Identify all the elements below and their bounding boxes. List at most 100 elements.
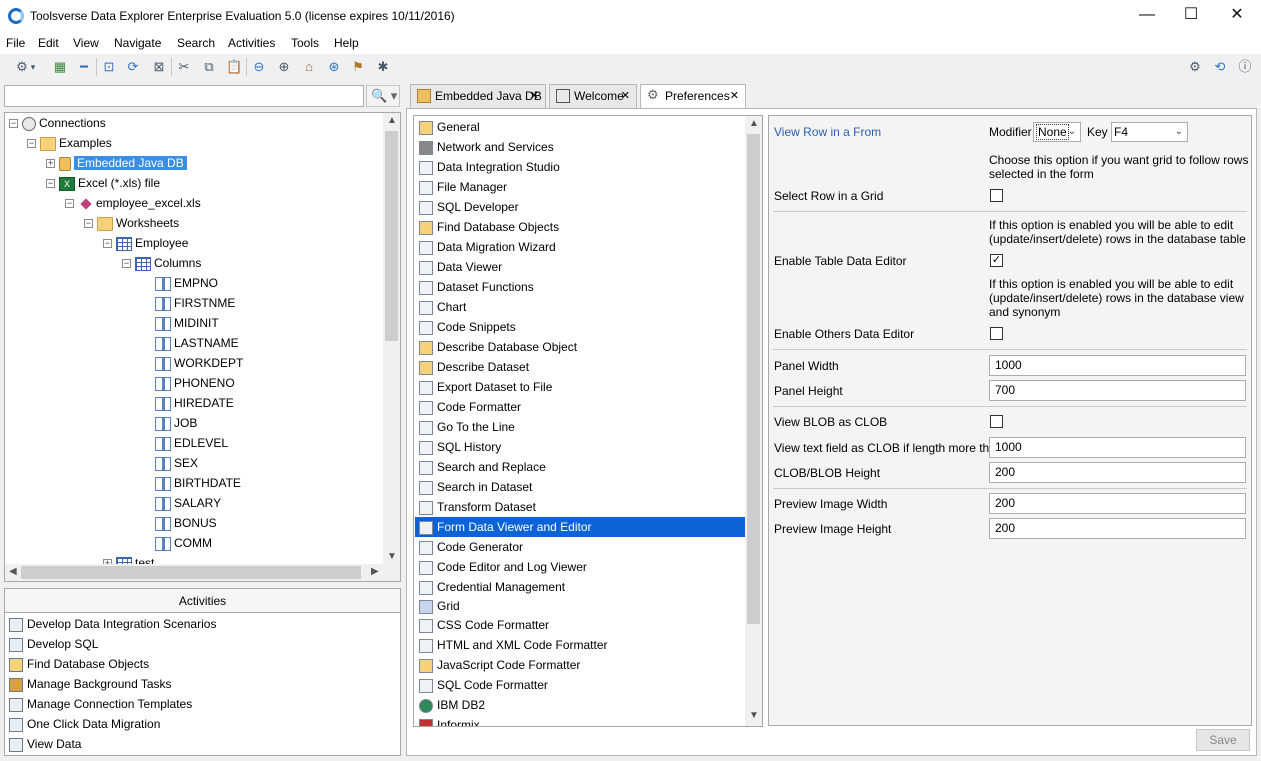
plugin-icon[interactable]: ✱	[375, 59, 391, 75]
refresh-icon[interactable]: ⟳	[125, 59, 141, 75]
pref-item[interactable]: CSS Code Formatter	[415, 615, 745, 635]
preferences-list[interactable]: General Network and Services Data Integr…	[413, 115, 763, 727]
tree-vertical-scrollbar[interactable]: ▲ ▼	[383, 113, 400, 565]
forward-icon[interactable]: ⊕	[276, 59, 292, 75]
pref-item[interactable]: Code Snippets	[415, 317, 745, 337]
pref-item[interactable]: Code Formatter	[415, 397, 745, 417]
collapse-icon[interactable]: −	[103, 239, 112, 249]
tree-horizontal-scrollbar[interactable]: ◀ ▶	[5, 564, 400, 581]
minimize-button[interactable]: —	[1124, 0, 1170, 32]
menu-file[interactable]: File	[6, 36, 25, 50]
pref-item[interactable]: Chart	[415, 297, 745, 317]
pref-item[interactable]: Data Migration Wizard	[415, 237, 745, 257]
collapse-icon[interactable]: −	[65, 199, 74, 209]
tree-item[interactable]: MIDINIT	[155, 313, 219, 333]
pref-item[interactable]: File Manager	[415, 177, 745, 197]
activity-item[interactable]: Find Database Objects	[9, 654, 149, 674]
tree-item[interactable]: LASTNAME	[155, 333, 239, 353]
preview-height-input[interactable]: 200	[989, 518, 1246, 539]
collapse-icon[interactable]: −	[9, 119, 18, 129]
pref-item[interactable]: Data Integration Studio	[415, 157, 745, 177]
add-connection-icon[interactable]: ▦	[52, 59, 68, 75]
view-blob-checkbox[interactable]	[990, 415, 1003, 428]
pref-item[interactable]: Describe Database Object	[415, 337, 745, 357]
menu-help[interactable]: Help	[334, 36, 359, 50]
tree-item[interactable]: − Worksheets	[84, 213, 179, 233]
activity-item[interactable]: Manage Connection Templates	[9, 694, 192, 714]
tree-item[interactable]: PHONENO	[155, 373, 235, 393]
tree-item[interactable]: SEX	[155, 453, 198, 473]
activity-item[interactable]: Develop Data Integration Scenarios	[9, 614, 216, 634]
tree-item[interactable]: − employee_excel.xls	[65, 193, 201, 213]
tree-item[interactable]: − X Excel (*.xls) file	[46, 173, 160, 193]
search-input[interactable]	[4, 85, 364, 107]
key-select[interactable]: F4 ⌄	[1111, 122, 1188, 142]
tree-item[interactable]: − Examples	[27, 133, 112, 153]
menu-search[interactable]: Search	[177, 36, 215, 50]
view-text-clob-input[interactable]: 1000	[989, 437, 1246, 458]
pref-item[interactable]: Export Dataset to File	[415, 377, 745, 397]
pref-item[interactable]: Dataset Functions	[415, 277, 745, 297]
pref-item[interactable]: Search and Replace	[415, 457, 745, 477]
select-row-checkbox[interactable]	[990, 189, 1003, 202]
tree-item[interactable]: EMPNO	[155, 273, 218, 293]
tree-item[interactable]: FIRSTNME	[155, 293, 235, 313]
select-icon[interactable]: ⊡	[101, 59, 117, 75]
scroll-down-icon[interactable]: ▼	[749, 710, 759, 721]
close-icon[interactable]: ✕	[621, 85, 630, 107]
tab-embedded-java-db[interactable]: Embedded Java DB ✕	[410, 84, 546, 108]
pref-item[interactable]: SQL Developer	[415, 197, 745, 217]
pref-item[interactable]: SQL Code Formatter	[415, 675, 745, 695]
pref-item[interactable]: Network and Services	[415, 137, 745, 157]
pref-item[interactable]: Transform Dataset	[415, 497, 745, 517]
enable-others-editor-checkbox[interactable]	[990, 327, 1003, 340]
collapse-icon[interactable]: −	[46, 179, 55, 189]
tree-item[interactable]: HIREDATE	[155, 393, 234, 413]
globe-icon[interactable]: ⊛	[326, 59, 342, 75]
pref-item[interactable]: Find Database Objects	[415, 217, 745, 237]
info-icon[interactable]: ⓘ	[1237, 59, 1253, 75]
scroll-thumb[interactable]	[747, 134, 760, 624]
tree-item[interactable]: − Columns	[122, 253, 201, 273]
pref-item[interactable]: Credential Management	[415, 577, 745, 597]
pref-item[interactable]: Go To the Line	[415, 417, 745, 437]
tree-item[interactable]: COMM	[155, 533, 212, 553]
activity-item[interactable]: Manage Background Tasks	[9, 674, 172, 694]
connections-tree[interactable]: − Connections − Examples + Embedded Java DB…	[4, 112, 401, 582]
collapse-icon[interactable]: −	[84, 219, 93, 229]
menu-edit[interactable]: Edit	[38, 36, 59, 50]
scroll-down-icon[interactable]: ▼	[387, 551, 397, 562]
activity-item[interactable]: Develop SQL	[9, 634, 98, 654]
pref-item[interactable]: HTML and XML Code Formatter	[415, 635, 745, 655]
paste-icon[interactable]: 📋	[226, 59, 242, 75]
activity-item[interactable]: View Data	[9, 734, 81, 754]
tree-item[interactable]: WORKDEPT	[155, 353, 243, 373]
gear-icon[interactable]: ⚙	[1187, 59, 1203, 75]
pref-item-selected[interactable]: Form Data Viewer and Editor	[415, 517, 745, 537]
tree-item[interactable]: BONUS	[155, 513, 217, 533]
tree-item[interactable]: − Connections	[9, 113, 106, 133]
pref-item[interactable]: Code Generator	[415, 537, 745, 557]
enable-table-editor-checkbox[interactable]: ✓	[990, 254, 1003, 267]
copy-icon[interactable]: ⧉	[201, 59, 217, 75]
menu-tools[interactable]: Tools	[291, 36, 319, 50]
pref-item[interactable]: Search in Dataset	[415, 477, 745, 497]
maximize-button[interactable]: ☐	[1168, 0, 1214, 32]
chevron-down-icon[interactable]: ▾	[28, 59, 38, 75]
activity-item[interactable]: One Click Data Migration	[9, 714, 160, 734]
tree-item[interactable]: + Embedded Java DB	[46, 153, 187, 173]
pref-item[interactable]: General	[415, 117, 745, 137]
tree-item[interactable]: BIRTHDATE	[155, 473, 241, 493]
menu-activities[interactable]: Activities	[228, 36, 275, 50]
home-icon[interactable]: ⌂	[301, 59, 317, 75]
tab-preferences[interactable]: ⚙ Preferences ✕	[640, 84, 746, 109]
sync-icon[interactable]: ⟲	[1212, 59, 1228, 75]
pref-item[interactable]: IBM DB2	[415, 695, 745, 715]
menu-navigate[interactable]: Navigate	[114, 36, 161, 50]
signpost-icon[interactable]: ⚑	[350, 59, 366, 75]
prefs-vertical-scrollbar[interactable]: ▲ ▼	[745, 116, 762, 726]
collapse-icon[interactable]: −	[27, 139, 36, 149]
close-icon[interactable]: ✕	[730, 85, 739, 107]
scroll-thumb[interactable]	[21, 566, 361, 579]
pref-item[interactable]: JavaScript Code Formatter	[415, 655, 745, 675]
